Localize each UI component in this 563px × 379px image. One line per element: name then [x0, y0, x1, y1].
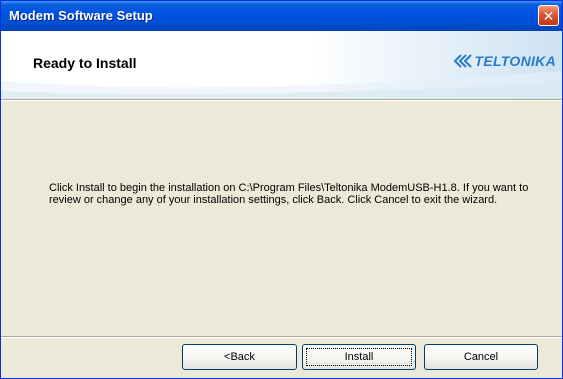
teltonika-chevrons-icon — [454, 54, 473, 68]
page-title: Ready to Install — [33, 55, 137, 71]
wizard-header: Ready to Install TELTONIKA — [1, 31, 562, 99]
cancel-button[interactable]: Cancel — [424, 344, 538, 370]
footer-divider — [1, 336, 562, 338]
back-button-label: <Back — [224, 351, 255, 363]
header-divider — [1, 99, 562, 101]
teltonika-logo: TELTONIKA — [452, 53, 556, 69]
close-button[interactable]: ✕ — [538, 5, 559, 26]
window-title: Modem Software Setup — [9, 8, 153, 23]
install-message: Click Install to begin the installation … — [49, 182, 529, 206]
title-bar[interactable]: Modem Software Setup ✕ — [1, 1, 562, 31]
back-button[interactable]: <Back — [182, 344, 297, 370]
cancel-button-label: Cancel — [463, 351, 499, 363]
close-icon: ✕ — [542, 7, 555, 24]
setup-window: Modem Software Setup ✕ Ready to Install … — [0, 0, 563, 379]
logo-text: TELTONIKA — [474, 53, 556, 69]
install-button[interactable]: Install — [302, 344, 416, 370]
focus-rectangle — [306, 348, 412, 366]
